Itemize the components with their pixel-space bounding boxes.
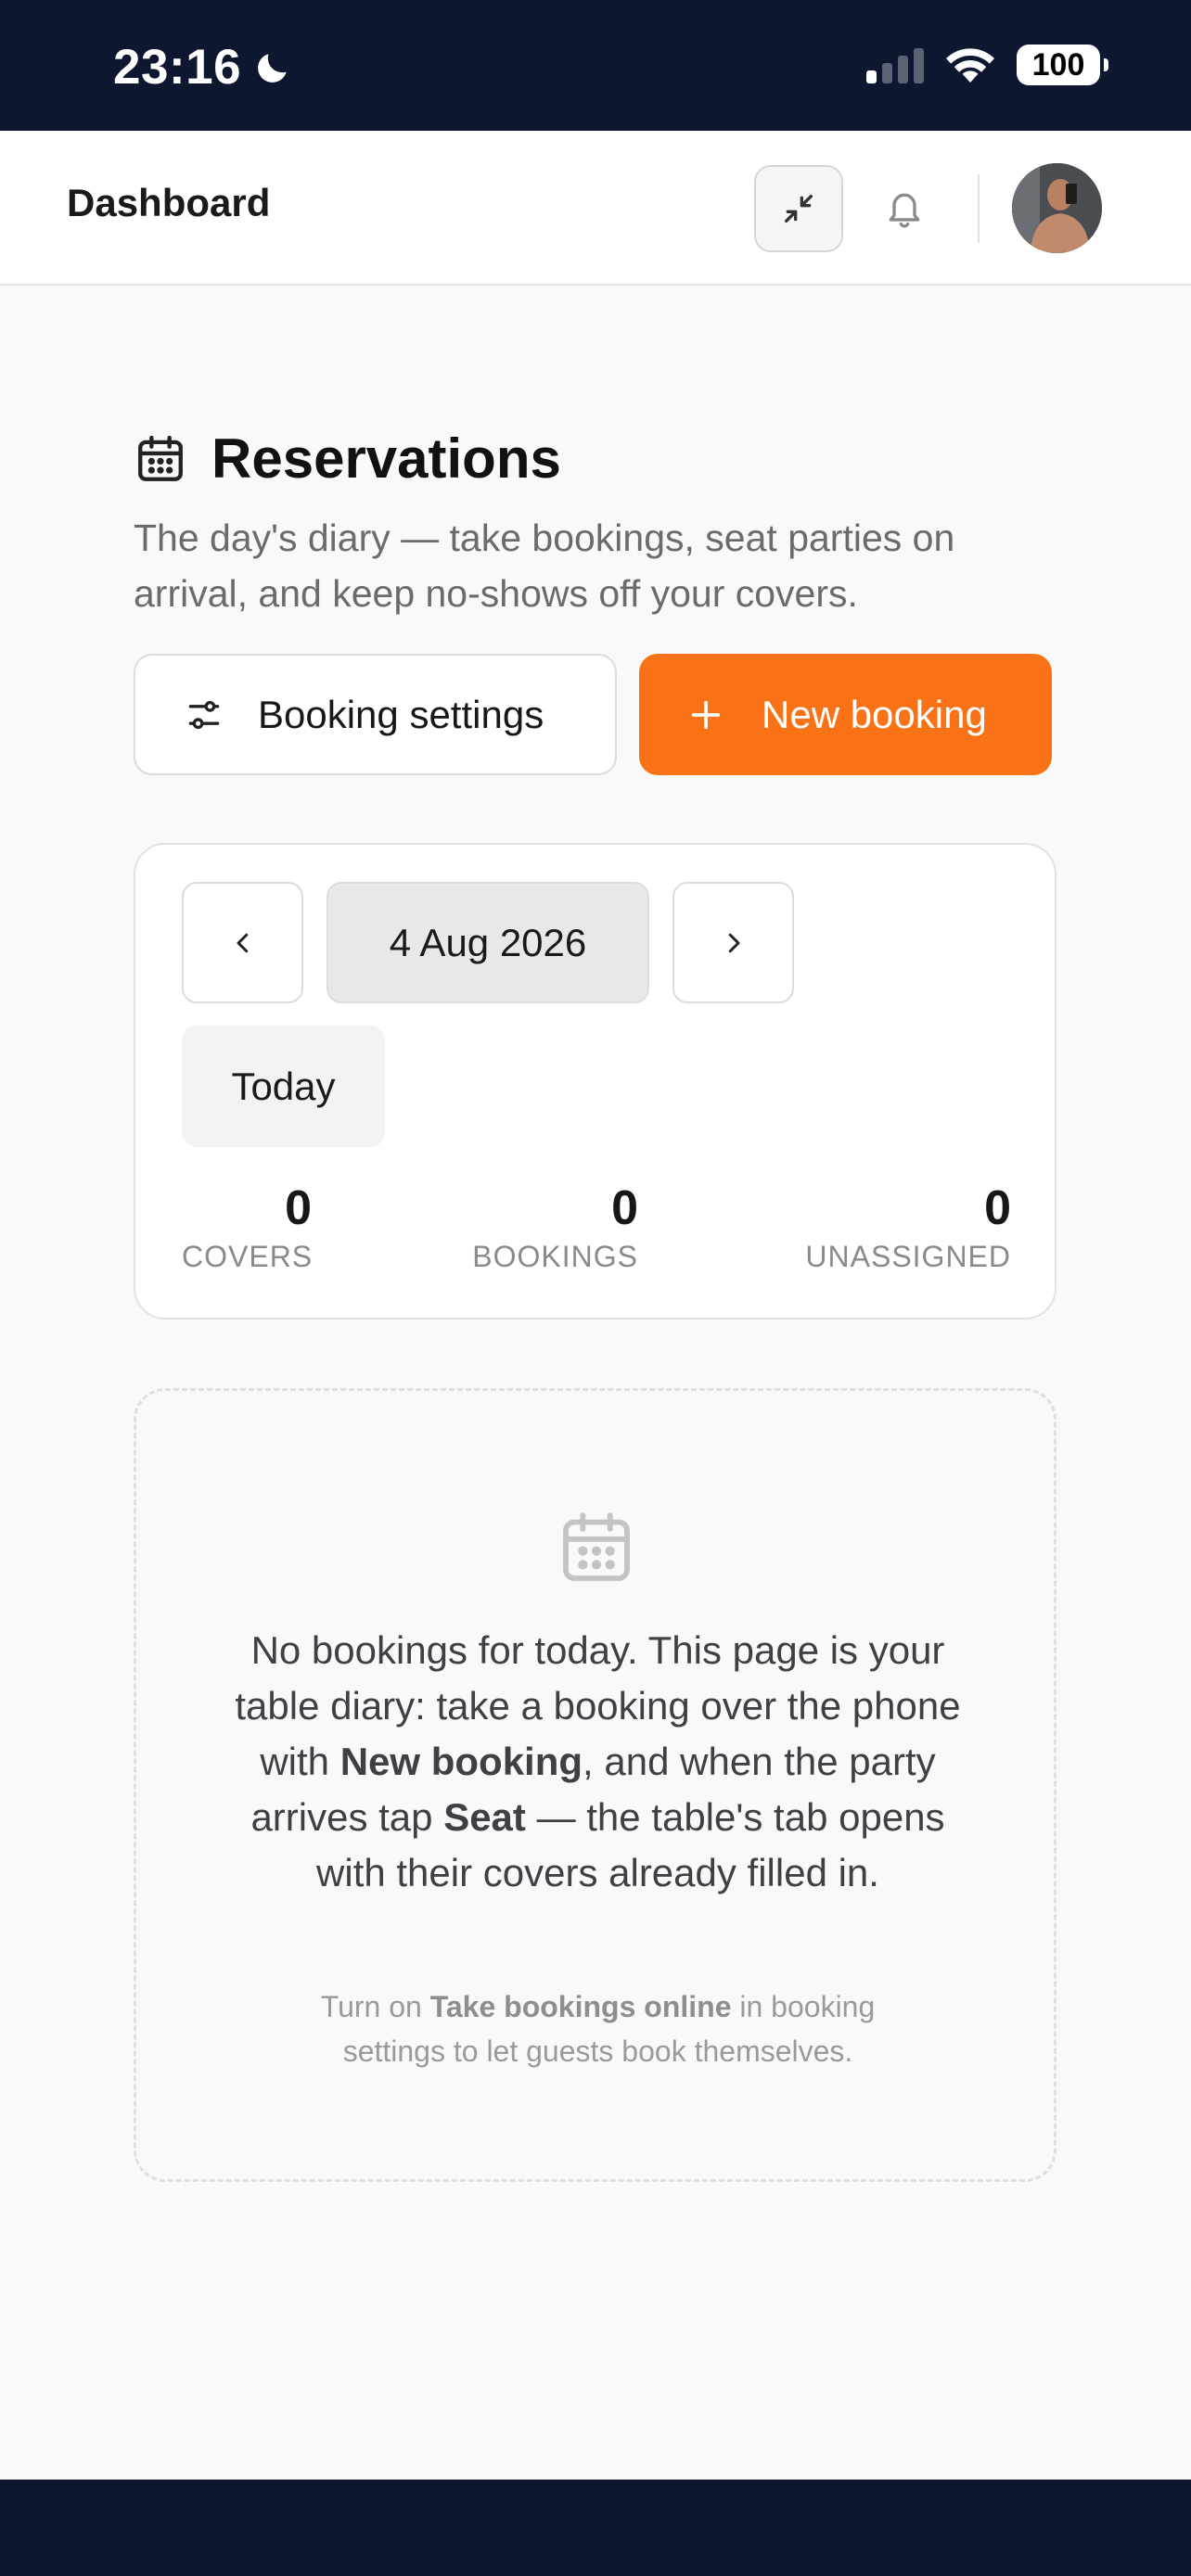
date-picker-button[interactable]: 4 Aug 2026	[327, 882, 649, 1003]
empty-msg-seat: Seat	[443, 1795, 526, 1839]
stat-value: 0	[285, 1181, 312, 1235]
home-indicator-bar	[0, 2480, 1191, 2576]
header-divider	[978, 174, 980, 243]
sliders-icon	[188, 700, 220, 729]
collapse-button[interactable]	[754, 165, 843, 252]
new-booking-button[interactable]: New booking	[639, 654, 1052, 775]
previous-day-button[interactable]	[182, 882, 303, 1003]
battery-icon: 100	[1017, 45, 1108, 85]
section-title: Reservations	[211, 427, 561, 490]
stat-value: 0	[984, 1181, 1011, 1235]
calendar-empty-icon	[563, 1512, 630, 1581]
avatar-image	[1012, 163, 1102, 253]
notifications-button[interactable]	[881, 182, 928, 236]
bell-icon	[889, 193, 920, 228]
stat-label: BOOKINGS	[472, 1240, 638, 1273]
hint-take-bookings-online: Take bookings online	[429, 1990, 732, 2023]
signal-icon	[866, 46, 924, 83]
new-booking-label: New booking	[762, 692, 987, 736]
collapse-icon	[785, 195, 813, 223]
stat-bookings: 0 BOOKINGS	[471, 1180, 638, 1274]
empty-state-message: No bookings for today. This page is your…	[229, 1623, 967, 1901]
hint-text: Turn on	[320, 1990, 430, 2023]
stat-covers: 0 COVERS	[182, 1180, 312, 1274]
date-navigator-card: 4 Aug 2026 Today 0 COVERS 0 BOOKINGS 0 U…	[134, 843, 1057, 1320]
page-title: Dashboard	[67, 181, 271, 224]
today-button[interactable]: Today	[182, 1026, 385, 1147]
plus-icon	[691, 700, 721, 729]
top-app-bar: Dashboard	[0, 131, 1191, 286]
empty-msg-new-booking: New booking	[339, 1740, 583, 1783]
time-text: 23:16	[113, 40, 242, 95]
booking-settings-button[interactable]: Booking settings	[134, 654, 617, 775]
stat-value: 0	[611, 1181, 638, 1235]
today-label: Today	[231, 1064, 336, 1108]
empty-state-hint: Turn on Take bookings online in booking …	[275, 1984, 920, 2073]
status-time: 23:16	[113, 39, 293, 96]
section-subtitle: The day's diary — take bookings, seat pa…	[134, 516, 955, 615]
wifi-icon	[946, 48, 994, 83]
empty-state-card: No bookings for today. This page is your…	[134, 1388, 1057, 2182]
stat-label: UNASSIGNED	[805, 1240, 1011, 1273]
moon-icon	[258, 53, 287, 83]
reservations-heading: Reservations	[134, 427, 561, 491]
chevron-right-icon	[728, 933, 739, 952]
calendar-icon	[138, 435, 183, 481]
stat-unassigned: 0 UNASSIGNED	[785, 1180, 1011, 1274]
next-day-button[interactable]	[672, 882, 794, 1003]
booking-settings-label: Booking settings	[258, 692, 544, 736]
status-bar: 23:16 100	[0, 0, 1191, 131]
avatar[interactable]	[1012, 163, 1102, 253]
selected-date: 4 Aug 2026	[389, 920, 587, 964]
battery-level: 100	[1031, 46, 1085, 83]
stat-label: COVERS	[182, 1240, 314, 1273]
chevron-left-icon	[237, 933, 248, 952]
status-icons: 100	[866, 45, 1108, 85]
